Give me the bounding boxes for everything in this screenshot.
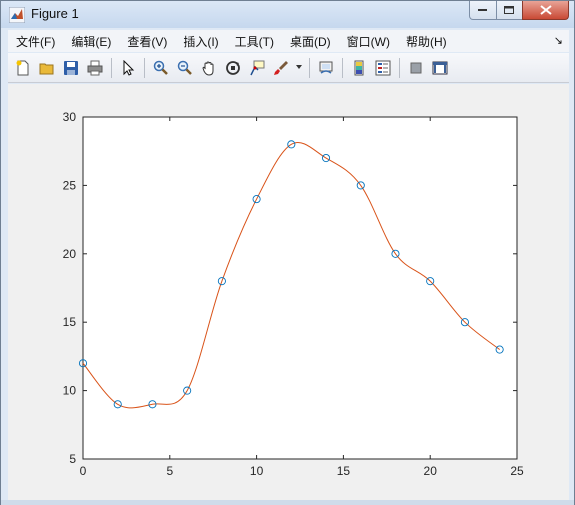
brush-icon[interactable] — [271, 58, 291, 78]
menu-tools[interactable]: 工具(T) — [227, 33, 282, 50]
maximize-icon — [504, 5, 514, 14]
y-tick-label: 20 — [63, 247, 77, 261]
y-tick-label: 5 — [69, 452, 76, 466]
pan-hand-icon[interactable] — [199, 58, 219, 78]
print-icon[interactable] — [85, 58, 105, 78]
menu-view[interactable]: 查看(V) — [119, 33, 175, 50]
rotate-3d-icon[interactable] — [223, 58, 243, 78]
menu-help[interactable]: 帮助(H) — [398, 33, 455, 50]
edit-plot-arrow-icon[interactable] — [118, 58, 138, 78]
menu-desktop[interactable]: 桌面(D) — [282, 33, 339, 50]
minimize-icon — [478, 9, 487, 11]
x-tick-label: 0 — [80, 464, 87, 478]
show-plot-tools-icon[interactable] — [430, 58, 450, 78]
title-bar[interactable]: Figure 1 — [1, 1, 574, 28]
zoom-out-icon[interactable] — [175, 58, 195, 78]
close-button[interactable] — [522, 1, 569, 20]
maximize-button[interactable] — [496, 1, 523, 20]
hide-plot-tools-icon[interactable] — [406, 58, 426, 78]
open-file-icon[interactable] — [37, 58, 57, 78]
menu-edit[interactable]: 编辑(E) — [63, 33, 119, 50]
new-figure-icon[interactable] — [13, 58, 33, 78]
y-tick-label: 10 — [63, 384, 77, 398]
zoom-in-icon[interactable] — [151, 58, 171, 78]
plot-svg: 0 5 10 15 20 2551015202530 — [63, 110, 524, 478]
figure-window: Figure 1 文件(F) 编辑(E) 查看(V) 插入(I) 工具(T) 桌… — [0, 0, 575, 505]
menu-overflow-arrow-icon[interactable]: ↘ — [554, 34, 563, 47]
minimize-button[interactable] — [469, 1, 497, 20]
toolbar-separator — [111, 57, 112, 78]
menu-bar: 文件(F) 编辑(E) 查看(V) 插入(I) 工具(T) 桌面(D) 窗口(W… — [8, 30, 569, 52]
toolbar-separator — [144, 57, 145, 78]
figure-toolbar — [8, 53, 569, 83]
window-bottom-border — [1, 500, 574, 505]
insert-colorbar-icon[interactable] — [349, 58, 369, 78]
toolbar-separator — [342, 57, 343, 78]
axes-box[interactable] — [82, 116, 518, 460]
x-tick-label: 20 — [424, 464, 438, 478]
link-plot-icon[interactable] — [316, 58, 336, 78]
menu-insert[interactable]: 插入(I) — [175, 33, 226, 50]
close-icon — [539, 5, 552, 15]
y-tick-label: 30 — [63, 110, 77, 124]
x-tick-label: 5 — [166, 464, 173, 478]
x-tick-label: 15 — [337, 464, 351, 478]
toolbar-separator — [399, 57, 400, 78]
figure-canvas: 0 5 10 15 20 25 5 10 15 20 25 30 — [8, 84, 569, 500]
x-tick-label: 10 — [250, 464, 264, 478]
y-tick-label: 25 — [63, 178, 77, 192]
window-title: Figure 1 — [31, 6, 79, 21]
matlab-logo-icon — [9, 7, 25, 23]
x-tick-label: 25 — [510, 464, 524, 478]
y-tick-label: 15 — [63, 315, 77, 329]
menu-window[interactable]: 窗口(W) — [339, 33, 398, 50]
toolbar-separator — [309, 57, 310, 78]
save-icon[interactable] — [61, 58, 81, 78]
insert-legend-icon[interactable] — [373, 58, 393, 78]
brush-dropdown-icon[interactable] — [295, 58, 303, 78]
menu-file[interactable]: 文件(F) — [8, 33, 63, 50]
data-cursor-icon[interactable] — [247, 58, 267, 78]
